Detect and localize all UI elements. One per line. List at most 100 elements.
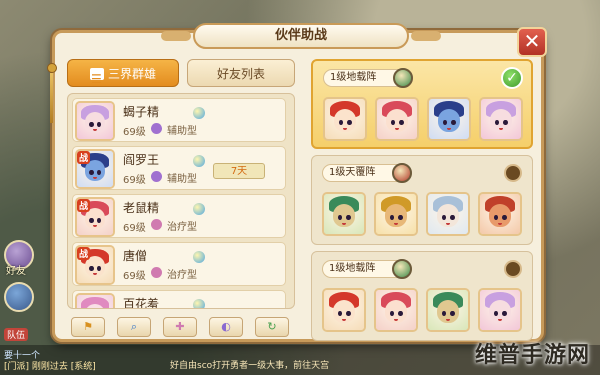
formation-slot[interactable]	[426, 192, 470, 236]
hero-row[interactable]: 战 唐僧 69级 治疗型	[72, 242, 286, 286]
support-icon: ◐	[221, 320, 231, 333]
chat-line: 好自由sco打开勇者一级大事，前往天宫	[170, 361, 330, 371]
character-portrait	[324, 194, 364, 234]
hero-level: 69级	[123, 271, 146, 282]
filter-button[interactable]: ↻	[255, 317, 289, 337]
flag-icon: ⚑	[83, 320, 93, 333]
element-icon	[193, 203, 205, 215]
filter-button[interactable]: ✚	[163, 317, 197, 337]
list-icon	[89, 65, 104, 93]
battle-badge: 战	[77, 199, 91, 212]
hero-name: 阎罗王	[123, 153, 160, 167]
search-icon: ⌕	[130, 320, 138, 333]
partner-assist-dialog: 伙伴助战 ✕ 三界群雄 好友列表 蝎子精69级辅助型战阎罗王69级辅助型7天战老…	[47, 23, 547, 342]
filter-button[interactable]: ⌕	[117, 317, 151, 337]
formation-card[interactable]: 1级地载阵 ✓	[311, 59, 533, 149]
hero-row[interactable]: 战 老鼠精 69级 治疗型	[72, 194, 286, 238]
tab-label: 三界群雄	[107, 67, 156, 81]
formation-panel: 1级地载阵 ✓ 1级天覆阵 1级地载阵	[311, 59, 533, 341]
formation-emblem-icon	[392, 163, 412, 183]
hero-avatar	[75, 101, 115, 141]
character-portrait	[324, 290, 364, 330]
tab-label: 好友列表	[216, 67, 265, 81]
character-portrait	[428, 194, 468, 234]
role-icon	[151, 123, 162, 134]
hero-name: 蝎子精	[123, 105, 160, 119]
hero-row[interactable]: 百花羞	[72, 290, 286, 309]
role-icon	[151, 171, 162, 182]
formation-slot[interactable]	[479, 97, 523, 141]
battle-badge: 战	[77, 247, 91, 260]
hero-name: 百花羞	[123, 297, 160, 309]
hero-avatar: 战	[75, 245, 115, 285]
formation-slot[interactable]	[322, 192, 366, 236]
formation-slot[interactable]	[322, 288, 366, 332]
formation-emblem-icon	[393, 68, 413, 88]
formation-slot[interactable]	[478, 192, 522, 236]
hero-level: 69级	[123, 127, 146, 138]
hero-row[interactable]: 蝎子精 69级 辅助型	[72, 98, 286, 142]
character-portrait	[376, 290, 416, 330]
formation-slot[interactable]	[374, 288, 418, 332]
hero-name: 老鼠精	[123, 201, 160, 215]
element-icon	[193, 299, 205, 308]
hero-avatar: 战	[75, 149, 115, 189]
hero-row[interactable]: 战 阎罗王 69级 辅助型 7天	[72, 146, 286, 190]
hero-role: 治疗型	[167, 270, 197, 281]
refresh-icon: ↻	[267, 320, 277, 333]
chat-line: [门派] 刚刚过去 [系统]	[4, 362, 96, 372]
select-radio[interactable]	[504, 260, 522, 278]
days-badge: 7天	[213, 163, 265, 179]
hero-avatar	[75, 293, 115, 308]
formation-slot[interactable]	[426, 288, 470, 332]
hero-list[interactable]: 蝎子精 69级 辅助型战阎罗王 69级 辅助型 7天战老鼠精 69级 治疗型战唐僧 69级 治疗型…	[67, 93, 295, 309]
hero-avatar: 战	[75, 197, 115, 237]
filter-button[interactable]: ◐	[209, 317, 243, 337]
heal-icon: ✚	[175, 320, 185, 333]
character-portrait	[77, 295, 113, 308]
tassel-decoration	[47, 63, 57, 133]
character-portrait	[377, 99, 417, 139]
hero-role: 辅助型	[167, 126, 197, 137]
character-portrait	[77, 103, 113, 139]
formation-slot[interactable]	[427, 97, 471, 141]
select-radio[interactable]	[504, 164, 522, 182]
chat-tag: 队伍	[4, 328, 29, 341]
character-portrait	[429, 99, 469, 139]
checkmark-icon[interactable]: ✓	[501, 67, 523, 89]
character-portrait	[480, 290, 520, 330]
chat-button[interactable]	[4, 282, 34, 312]
role-icon	[151, 267, 162, 278]
dialog-title: 伙伴助战	[161, 23, 441, 49]
element-icon	[193, 107, 205, 119]
element-icon	[193, 251, 205, 263]
character-portrait	[325, 99, 365, 139]
tab-three-realms[interactable]: 三界群雄	[67, 59, 179, 93]
character-portrait	[376, 194, 416, 234]
formation-card[interactable]: 1级地载阵	[311, 251, 533, 341]
formation-slot[interactable]	[374, 192, 418, 236]
close-button[interactable]: ✕	[517, 27, 547, 57]
formation-card[interactable]: 1级天覆阵	[311, 155, 533, 245]
character-portrait	[428, 290, 468, 330]
formation-emblem-icon	[392, 259, 412, 279]
tab-friends[interactable]: 好友列表	[187, 59, 295, 87]
hero-name: 唐僧	[123, 249, 148, 263]
filter-bar: ⚑ ⌕ ✚ ◐ ↻	[67, 317, 295, 339]
element-icon	[193, 155, 205, 167]
friends-label: 好友	[6, 266, 26, 277]
hero-role: 治疗型	[167, 222, 197, 233]
formation-slot[interactable]	[478, 288, 522, 332]
hero-level: 69级	[123, 175, 146, 186]
filter-button[interactable]: ⚑	[71, 317, 105, 337]
role-icon	[151, 219, 162, 230]
battle-badge: 战	[77, 151, 91, 164]
hero-panel: 三界群雄 好友列表 蝎子精69级辅助型战阎罗王69级辅助型7天战老鼠精69级治疗…	[67, 59, 295, 309]
formation-slot[interactable]	[375, 97, 419, 141]
character-portrait	[480, 194, 520, 234]
hero-level: 69级	[123, 223, 146, 234]
hero-role: 辅助型	[167, 174, 197, 185]
character-portrait	[481, 99, 521, 139]
watermark: 维普手游网	[474, 343, 590, 368]
formation-slot[interactable]	[323, 97, 367, 141]
